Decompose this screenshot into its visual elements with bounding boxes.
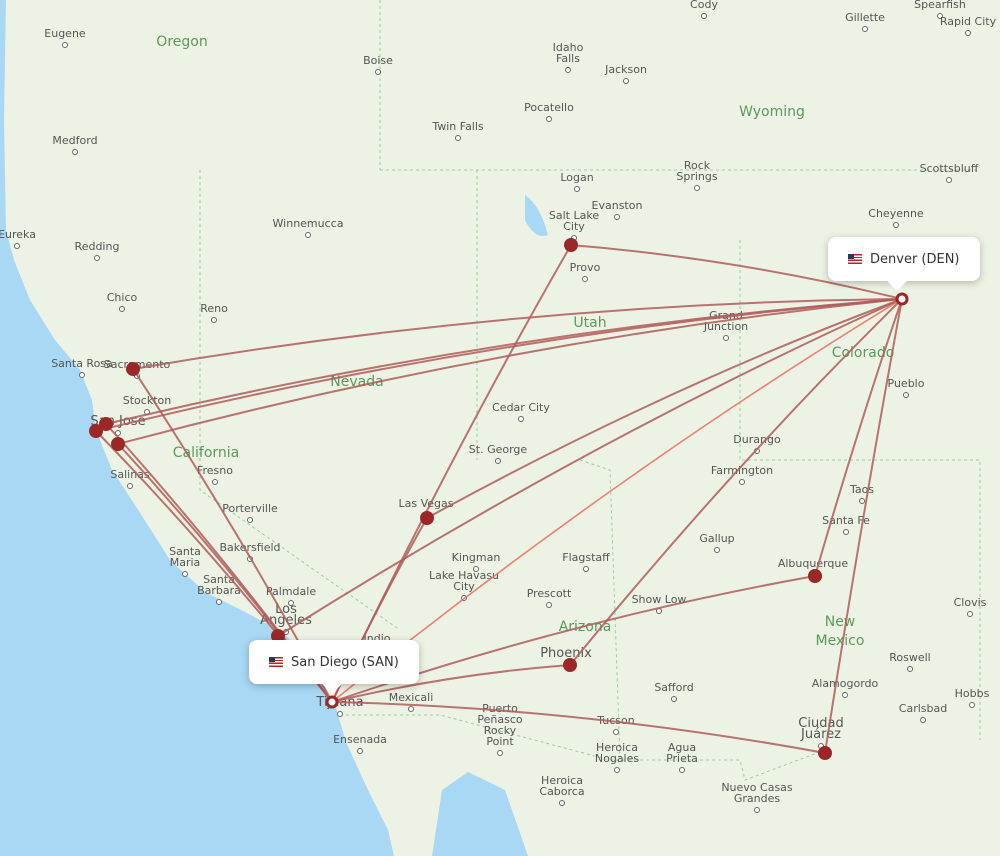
endpoint-marker[interactable] [895,292,909,306]
state-label: Wyoming [739,104,805,120]
svg-text:Clovis: Clovis [954,596,987,609]
svg-text:Winnemucca: Winnemucca [273,217,344,230]
svg-text:Reno: Reno [200,302,228,315]
svg-text:Safford: Safford [654,681,693,694]
svg-text:Chico: Chico [107,291,138,304]
svg-text:CiudadJuárez: Ciudad Juárez [798,716,843,742]
us-flag-icon [848,254,862,264]
airport-marker[interactable] [808,569,822,583]
svg-text:Eureka: Eureka [0,228,36,241]
airport-marker[interactable] [111,437,125,451]
svg-text:Twin Falls: Twin Falls [431,120,484,133]
svg-text:Mexicali: Mexicali [389,691,434,704]
endpoint-marker[interactable] [325,695,339,709]
svg-text:SantaMaria: Santa Maria [169,545,201,569]
destination-label: Denver (DEN) [870,251,960,267]
route-map[interactable]: OregonWyomingUtahNevadaColoradoCaliforni… [0,0,1000,856]
svg-text:Gillette: Gillette [845,11,885,24]
airport-marker[interactable] [563,658,577,672]
state-label: Oregon [156,34,207,50]
airport-marker[interactable] [126,362,140,376]
svg-text:Albuquerque: Albuquerque [778,557,849,570]
svg-text:Fresno: Fresno [197,464,233,477]
us-flag-icon [269,657,283,667]
svg-text:Jackson: Jackson [604,63,647,76]
svg-text:Bakersfield: Bakersfield [219,541,280,554]
svg-text:Ensenada: Ensenada [333,733,387,746]
airport-marker[interactable] [818,746,832,760]
svg-text:Stockton: Stockton [123,394,171,407]
svg-text:Logan: Logan [560,171,593,184]
svg-text:Porterville: Porterville [222,502,278,515]
svg-text:Scottsbluff: Scottsbluff [920,162,979,175]
svg-text:Cedar City: Cedar City [492,401,550,414]
airport-marker[interactable] [99,417,113,431]
svg-text:AguaPrieta: Agua Prieta [666,741,698,765]
svg-text:Kingman: Kingman [452,551,501,564]
svg-text:Evanston: Evanston [592,199,643,212]
svg-text:Redding: Redding [75,240,120,253]
svg-text:Cody: Cody [690,0,718,11]
svg-text:Spearfish: Spearfish [914,0,966,11]
origin-popup[interactable]: San Diego (SAN) [249,640,419,684]
svg-text:Rapid City: Rapid City [940,15,997,28]
svg-text:Cheyenne: Cheyenne [868,207,924,220]
svg-text:Salinas: Salinas [110,468,150,481]
svg-text:St. George: St. George [469,443,528,456]
svg-text:Pueblo: Pueblo [888,377,925,390]
svg-text:HeroicaCaborca: Heroica Caborca [539,774,584,798]
destination-popup[interactable]: Denver (DEN) [828,237,980,281]
svg-text:IdahoFalls: Idaho Falls [553,41,584,65]
svg-text:Eugene: Eugene [44,27,86,40]
origin-label: San Diego (SAN) [291,654,399,670]
svg-text:Pocatello: Pocatello [524,101,574,114]
svg-text:Hobbs: Hobbs [955,687,990,700]
svg-text:HeroicaNogales: Heroica Nogales [595,741,640,765]
svg-text:Durango: Durango [733,433,781,446]
svg-text:Provo: Provo [570,261,601,274]
svg-text:Taos: Taos [849,483,874,496]
svg-text:Gallup: Gallup [699,532,734,545]
svg-text:Carlsbad: Carlsbad [899,702,947,715]
airport-marker[interactable] [564,238,578,252]
svg-text:Flagstaff: Flagstaff [562,551,610,564]
svg-text:Boise: Boise [363,54,393,67]
airport-marker[interactable] [420,511,434,525]
svg-text:Alamogordo: Alamogordo [812,677,879,690]
state-label: Utah [573,315,606,331]
svg-text:Roswell: Roswell [889,651,931,664]
svg-text:Medford: Medford [52,134,97,147]
svg-text:Prescott: Prescott [527,587,572,600]
